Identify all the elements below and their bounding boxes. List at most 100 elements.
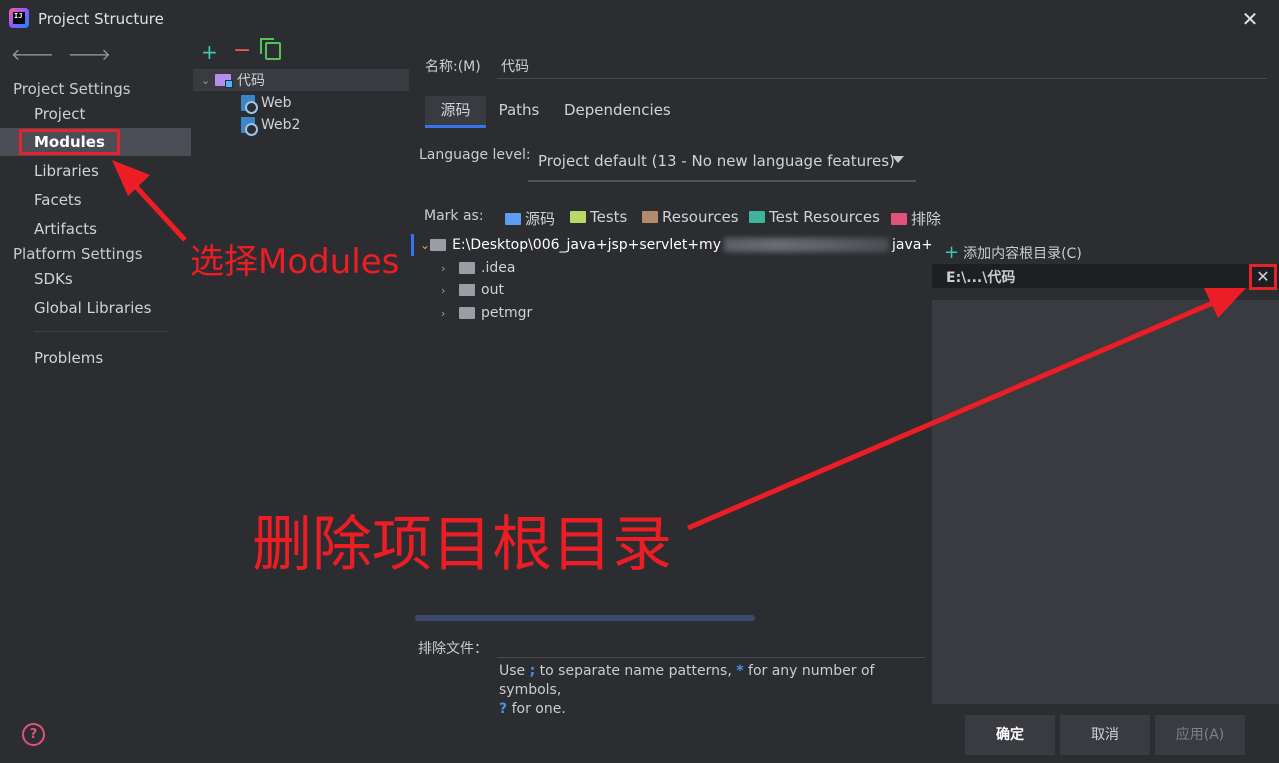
sidebar-item-project[interactable]: Project: [0, 100, 191, 128]
plus-icon: +: [944, 242, 960, 263]
hint-text: to separate name patterns,: [535, 663, 737, 679]
sidebar-item-sdks[interactable]: SDKs: [0, 265, 191, 293]
exclude-files-input[interactable]: [497, 636, 925, 658]
help-icon[interactable]: ?: [22, 723, 45, 746]
module-tree-item-web2[interactable]: Web2: [241, 114, 300, 136]
tab-sources[interactable]: 源码: [425, 96, 486, 128]
mark-as-resources-button[interactable]: Resources: [642, 208, 739, 226]
apply-button[interactable]: 应用(A): [1155, 715, 1245, 755]
folder-tree-item-idea[interactable]: › .idea: [441, 257, 515, 279]
cancel-button[interactable]: 取消: [1060, 715, 1150, 755]
folder-icon: [459, 262, 475, 274]
module-name-input[interactable]: 代码: [501, 56, 529, 76]
close-window-button[interactable]: ✕: [1238, 7, 1262, 31]
web-facet-icon: [241, 95, 258, 114]
content-root-details: [932, 300, 1279, 704]
sidebar-item-label: SDKs: [34, 270, 73, 288]
mark-as-sources-button[interactable]: 源码: [505, 208, 555, 229]
add-content-root-button[interactable]: + 添加内容根目录(C): [944, 242, 1082, 263]
hint-text: for one.: [507, 701, 566, 717]
window-title: Project Structure: [38, 10, 164, 28]
sidebar-item-facets[interactable]: Facets: [0, 186, 191, 214]
platform-settings-heading: Platform Settings: [13, 245, 143, 263]
project-settings-heading: Project Settings: [13, 80, 131, 98]
folder-label: out: [481, 282, 504, 298]
tab-dependencies[interactable]: Dependencies: [564, 96, 671, 128]
sidebar-divider: [34, 331, 169, 332]
remove-module-icon[interactable]: −: [233, 38, 251, 63]
modules-panel: + − ⌄ 代码 Web Web2: [191, 38, 411, 763]
folder-icon: [459, 307, 475, 319]
dropdown-arrow-icon: [892, 156, 904, 163]
sources-folder-icon: [505, 212, 521, 225]
resources-folder-icon: [642, 211, 658, 223]
sidebar-item-global-libraries[interactable]: Global Libraries: [0, 294, 191, 322]
folder-tree-item-petmgr[interactable]: › petmgr: [441, 302, 532, 324]
chevron-down-icon[interactable]: ⌄: [201, 74, 215, 87]
sidebar-item-label: Libraries: [34, 162, 99, 180]
folder-tree-item-out[interactable]: › out: [441, 279, 504, 301]
annotation-delete-root: 删除项目根目录: [252, 510, 672, 580]
mark-as-excluded-button[interactable]: 排除: [891, 208, 941, 229]
content-root-path-start: E:\Desktop\006_java+jsp+servlet+my: [452, 237, 721, 253]
excluded-folder-icon: [891, 212, 907, 225]
chevron-right-icon[interactable]: ›: [441, 307, 455, 320]
add-content-root-label: 添加内容根目录(C): [963, 246, 1082, 262]
folder-label: .idea: [481, 260, 516, 276]
content-root-row[interactable]: ⌄ E:\Desktop\006_java+jsp+servlet+my jav…: [411, 234, 931, 256]
mark-as-sources-label: 源码: [525, 210, 556, 228]
horizontal-scrollbar[interactable]: [415, 615, 755, 621]
module-folder-icon: [215, 74, 233, 88]
mark-as-test-resources-button[interactable]: Test Resources: [749, 208, 880, 226]
chevron-right-icon[interactable]: ›: [441, 284, 455, 297]
folder-icon: [459, 284, 475, 296]
hint-star: *: [736, 663, 744, 679]
chevron-right-icon[interactable]: ›: [441, 262, 455, 275]
sidebar-item-artifacts[interactable]: Artifacts: [0, 215, 191, 243]
mark-as-excluded-label: 排除: [911, 210, 942, 228]
module-settings-panel: 名称:(M) 代码 源码 Paths Dependencies Language…: [411, 38, 1279, 763]
sidebar-item-label: Artifacts: [34, 220, 97, 238]
annotation-select-modules: 选择Modules: [190, 242, 400, 282]
language-level-select[interactable]: Project default (13 - No new language fe…: [528, 144, 916, 182]
remove-content-root-button[interactable]: ✕: [1249, 264, 1277, 290]
sidebar-item-label: Facets: [34, 191, 82, 209]
nav-arrows: 🡐 🡒: [11, 44, 111, 64]
sidebar-item-label: Problems: [34, 349, 104, 367]
module-tree-item-root[interactable]: ⌄ 代码: [193, 69, 409, 91]
module-tree-label: 代码: [237, 73, 265, 89]
add-module-icon[interactable]: +: [201, 40, 218, 64]
mark-as-tests-label: Tests: [590, 208, 628, 226]
tab-paths[interactable]: Paths: [494, 96, 544, 128]
title-bar: IJ Project Structure ✕: [0, 0, 1279, 38]
ok-button[interactable]: 确定: [965, 715, 1055, 755]
mark-as-test-resources-label: Test Resources: [769, 208, 880, 226]
module-tree-label: Web2: [261, 117, 301, 133]
test-resources-folder-icon: [749, 211, 765, 223]
content-roots-pane: + 添加内容根目录(C) E:\...\代码 ✕: [932, 234, 1279, 708]
folder-label: petmgr: [481, 305, 533, 321]
language-level-value: Project default (13 - No new language fe…: [538, 152, 895, 170]
sidebar-item-label: Global Libraries: [34, 299, 152, 317]
copy-module-icon[interactable]: [260, 38, 281, 60]
sidebar-item-libraries[interactable]: Libraries: [0, 157, 191, 185]
blurred-path-segment: [723, 238, 889, 252]
mark-as-tests-button[interactable]: Tests: [570, 208, 627, 226]
hint-text: Use: [499, 663, 530, 679]
forward-arrow-icon[interactable]: 🡒: [68, 44, 111, 64]
exclude-pattern-hint: Use ; to separate name patterns, * for a…: [499, 662, 929, 719]
back-arrow-icon[interactable]: 🡐: [11, 44, 54, 64]
module-tree-item-web[interactable]: Web: [241, 92, 292, 114]
module-tree-label: Web: [261, 95, 292, 111]
chevron-down-icon[interactable]: ⌄: [420, 238, 430, 252]
module-name-label: 名称:(M): [425, 59, 481, 75]
language-level-label: Language level:: [419, 147, 531, 163]
intellij-app-icon: IJ: [9, 8, 29, 28]
hint-question: ?: [499, 701, 508, 717]
content-root-path-end: java+jsp: [891, 237, 931, 253]
tests-folder-icon: [570, 211, 586, 223]
sidebar-item-modules[interactable]: Modules: [0, 128, 191, 156]
sidebar-item-label: Project: [34, 105, 86, 123]
sidebar-item-problems[interactable]: Problems: [0, 344, 191, 372]
sidebar-item-label: Modules: [19, 129, 120, 155]
